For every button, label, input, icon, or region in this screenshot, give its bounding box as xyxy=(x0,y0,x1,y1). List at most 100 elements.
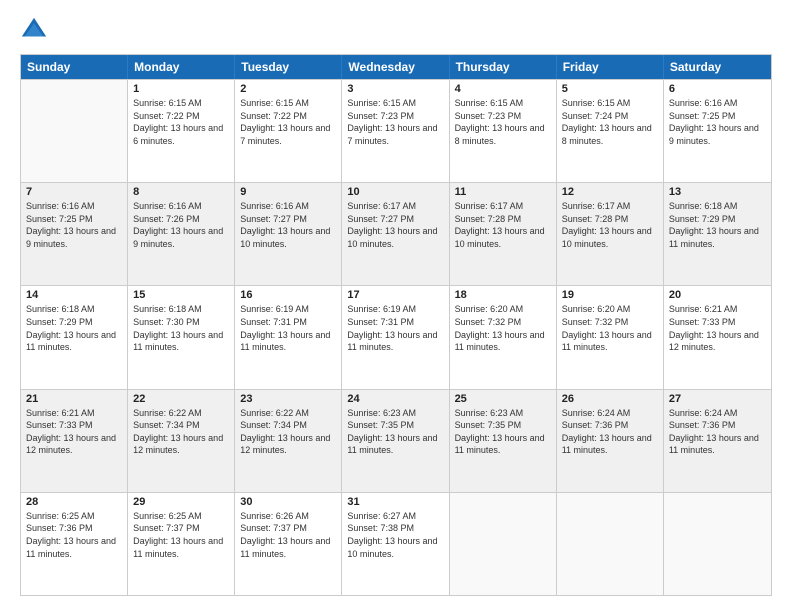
cell-info: Daylight: 13 hours and 11 minutes. xyxy=(669,225,766,250)
day-number: 17 xyxy=(347,289,443,301)
calendar-cell: 16Sunrise: 6:19 AMSunset: 7:31 PMDayligh… xyxy=(235,286,342,388)
cell-info: Daylight: 13 hours and 10 minutes. xyxy=(347,225,443,250)
cell-info: Sunrise: 6:19 AM xyxy=(240,303,336,316)
cell-info: Daylight: 13 hours and 10 minutes. xyxy=(240,225,336,250)
header xyxy=(20,16,772,44)
calendar-header-cell: Sunday xyxy=(21,55,128,79)
cell-info: Sunrise: 6:15 AM xyxy=(240,97,336,110)
day-number: 27 xyxy=(669,393,766,405)
calendar-cell: 29Sunrise: 6:25 AMSunset: 7:37 PMDayligh… xyxy=(128,493,235,595)
cell-info: Sunset: 7:26 PM xyxy=(133,213,229,226)
cell-info: Daylight: 13 hours and 11 minutes. xyxy=(347,329,443,354)
day-number: 22 xyxy=(133,393,229,405)
calendar-header-cell: Friday xyxy=(557,55,664,79)
cell-info: Sunrise: 6:20 AM xyxy=(562,303,658,316)
cell-info: Sunrise: 6:20 AM xyxy=(455,303,551,316)
day-number: 25 xyxy=(455,393,551,405)
calendar-row: 21Sunrise: 6:21 AMSunset: 7:33 PMDayligh… xyxy=(21,389,771,492)
day-number: 9 xyxy=(240,186,336,198)
day-number: 14 xyxy=(26,289,122,301)
page: SundayMondayTuesdayWednesdayThursdayFrid… xyxy=(0,0,792,612)
calendar-cell xyxy=(450,493,557,595)
calendar-cell: 18Sunrise: 6:20 AMSunset: 7:32 PMDayligh… xyxy=(450,286,557,388)
cell-info: Sunset: 7:28 PM xyxy=(455,213,551,226)
cell-info: Sunset: 7:31 PM xyxy=(347,316,443,329)
calendar-header-cell: Saturday xyxy=(664,55,771,79)
calendar-header-cell: Wednesday xyxy=(342,55,449,79)
cell-info: Sunrise: 6:22 AM xyxy=(133,407,229,420)
cell-info: Sunrise: 6:21 AM xyxy=(669,303,766,316)
day-number: 7 xyxy=(26,186,122,198)
cell-info: Sunset: 7:36 PM xyxy=(26,522,122,535)
calendar-cell: 30Sunrise: 6:26 AMSunset: 7:37 PMDayligh… xyxy=(235,493,342,595)
day-number: 11 xyxy=(455,186,551,198)
day-number: 15 xyxy=(133,289,229,301)
cell-info: Sunset: 7:36 PM xyxy=(669,419,766,432)
calendar-header-cell: Tuesday xyxy=(235,55,342,79)
calendar-cell: 9Sunrise: 6:16 AMSunset: 7:27 PMDaylight… xyxy=(235,183,342,285)
cell-info: Sunset: 7:34 PM xyxy=(133,419,229,432)
cell-info: Daylight: 13 hours and 9 minutes. xyxy=(133,225,229,250)
cell-info: Sunrise: 6:16 AM xyxy=(133,200,229,213)
day-number: 31 xyxy=(347,496,443,508)
day-number: 28 xyxy=(26,496,122,508)
cell-info: Sunset: 7:32 PM xyxy=(562,316,658,329)
cell-info: Sunrise: 6:15 AM xyxy=(347,97,443,110)
day-number: 10 xyxy=(347,186,443,198)
cell-info: Daylight: 13 hours and 10 minutes. xyxy=(347,535,443,560)
cell-info: Daylight: 13 hours and 10 minutes. xyxy=(562,225,658,250)
cell-info: Sunrise: 6:23 AM xyxy=(455,407,551,420)
calendar-cell: 25Sunrise: 6:23 AMSunset: 7:35 PMDayligh… xyxy=(450,390,557,492)
calendar-cell xyxy=(664,493,771,595)
cell-info: Daylight: 13 hours and 12 minutes. xyxy=(26,432,122,457)
calendar-cell xyxy=(21,80,128,182)
cell-info: Sunset: 7:23 PM xyxy=(347,110,443,123)
cell-info: Sunset: 7:23 PM xyxy=(455,110,551,123)
cell-info: Sunrise: 6:26 AM xyxy=(240,510,336,523)
cell-info: Sunset: 7:29 PM xyxy=(669,213,766,226)
cell-info: Sunset: 7:22 PM xyxy=(133,110,229,123)
calendar-cell: 17Sunrise: 6:19 AMSunset: 7:31 PMDayligh… xyxy=(342,286,449,388)
cell-info: Daylight: 13 hours and 11 minutes. xyxy=(133,329,229,354)
day-number: 1 xyxy=(133,83,229,95)
cell-info: Daylight: 13 hours and 11 minutes. xyxy=(240,535,336,560)
calendar-cell: 14Sunrise: 6:18 AMSunset: 7:29 PMDayligh… xyxy=(21,286,128,388)
day-number: 30 xyxy=(240,496,336,508)
cell-info: Daylight: 13 hours and 11 minutes. xyxy=(562,329,658,354)
calendar-cell: 26Sunrise: 6:24 AMSunset: 7:36 PMDayligh… xyxy=(557,390,664,492)
cell-info: Daylight: 13 hours and 12 minutes. xyxy=(133,432,229,457)
cell-info: Daylight: 13 hours and 7 minutes. xyxy=(347,122,443,147)
cell-info: Sunset: 7:34 PM xyxy=(240,419,336,432)
calendar-cell: 15Sunrise: 6:18 AMSunset: 7:30 PMDayligh… xyxy=(128,286,235,388)
cell-info: Sunset: 7:35 PM xyxy=(347,419,443,432)
cell-info: Sunrise: 6:15 AM xyxy=(455,97,551,110)
cell-info: Sunrise: 6:18 AM xyxy=(133,303,229,316)
cell-info: Sunrise: 6:15 AM xyxy=(562,97,658,110)
calendar-header-cell: Thursday xyxy=(450,55,557,79)
cell-info: Daylight: 13 hours and 11 minutes. xyxy=(562,432,658,457)
cell-info: Sunrise: 6:25 AM xyxy=(26,510,122,523)
day-number: 29 xyxy=(133,496,229,508)
cell-info: Daylight: 13 hours and 7 minutes. xyxy=(240,122,336,147)
cell-info: Daylight: 13 hours and 11 minutes. xyxy=(455,432,551,457)
calendar-body: 1Sunrise: 6:15 AMSunset: 7:22 PMDaylight… xyxy=(21,79,771,595)
calendar-row: 28 Sunrise: 6:25 AMSunset: 7:36 PM Dayligh… xyxy=(21,492,771,595)
calendar-cell: 13Sunrise: 6:18 AMSunset: 7:29 PMDayligh… xyxy=(664,183,771,285)
calendar-row: 7Sunrise: 6:16 AMSunset: 7:25 PMDaylight… xyxy=(21,182,771,285)
calendar-cell: 11Sunrise: 6:17 AMSunset: 7:28 PMDayligh… xyxy=(450,183,557,285)
calendar-cell: 2Sunrise: 6:15 AMSunset: 7:22 PMDaylight… xyxy=(235,80,342,182)
calendar-cell: 20Sunrise: 6:21 AMSunset: 7:33 PMDayligh… xyxy=(664,286,771,388)
calendar-cell: 28Sunrise: 6:25 AMSunset: 7:36 PMDayligh… xyxy=(21,493,128,595)
day-number: 21 xyxy=(26,393,122,405)
cell-info: Sunset: 7:36 PM xyxy=(562,419,658,432)
cell-info: Sunset: 7:24 PM xyxy=(562,110,658,123)
calendar-cell: 8Sunrise: 6:16 AMSunset: 7:26 PMDaylight… xyxy=(128,183,235,285)
cell-info: Daylight: 13 hours and 6 minutes. xyxy=(133,122,229,147)
day-number: 3 xyxy=(347,83,443,95)
calendar-cell: 23Sunrise: 6:22 AMSunset: 7:34 PMDayligh… xyxy=(235,390,342,492)
day-number: 19 xyxy=(562,289,658,301)
cell-info: Daylight: 13 hours and 11 minutes. xyxy=(240,329,336,354)
cell-info: Daylight: 13 hours and 8 minutes. xyxy=(562,122,658,147)
cell-info: Sunrise: 6:15 AM xyxy=(133,97,229,110)
cell-info: Sunset: 7:33 PM xyxy=(669,316,766,329)
